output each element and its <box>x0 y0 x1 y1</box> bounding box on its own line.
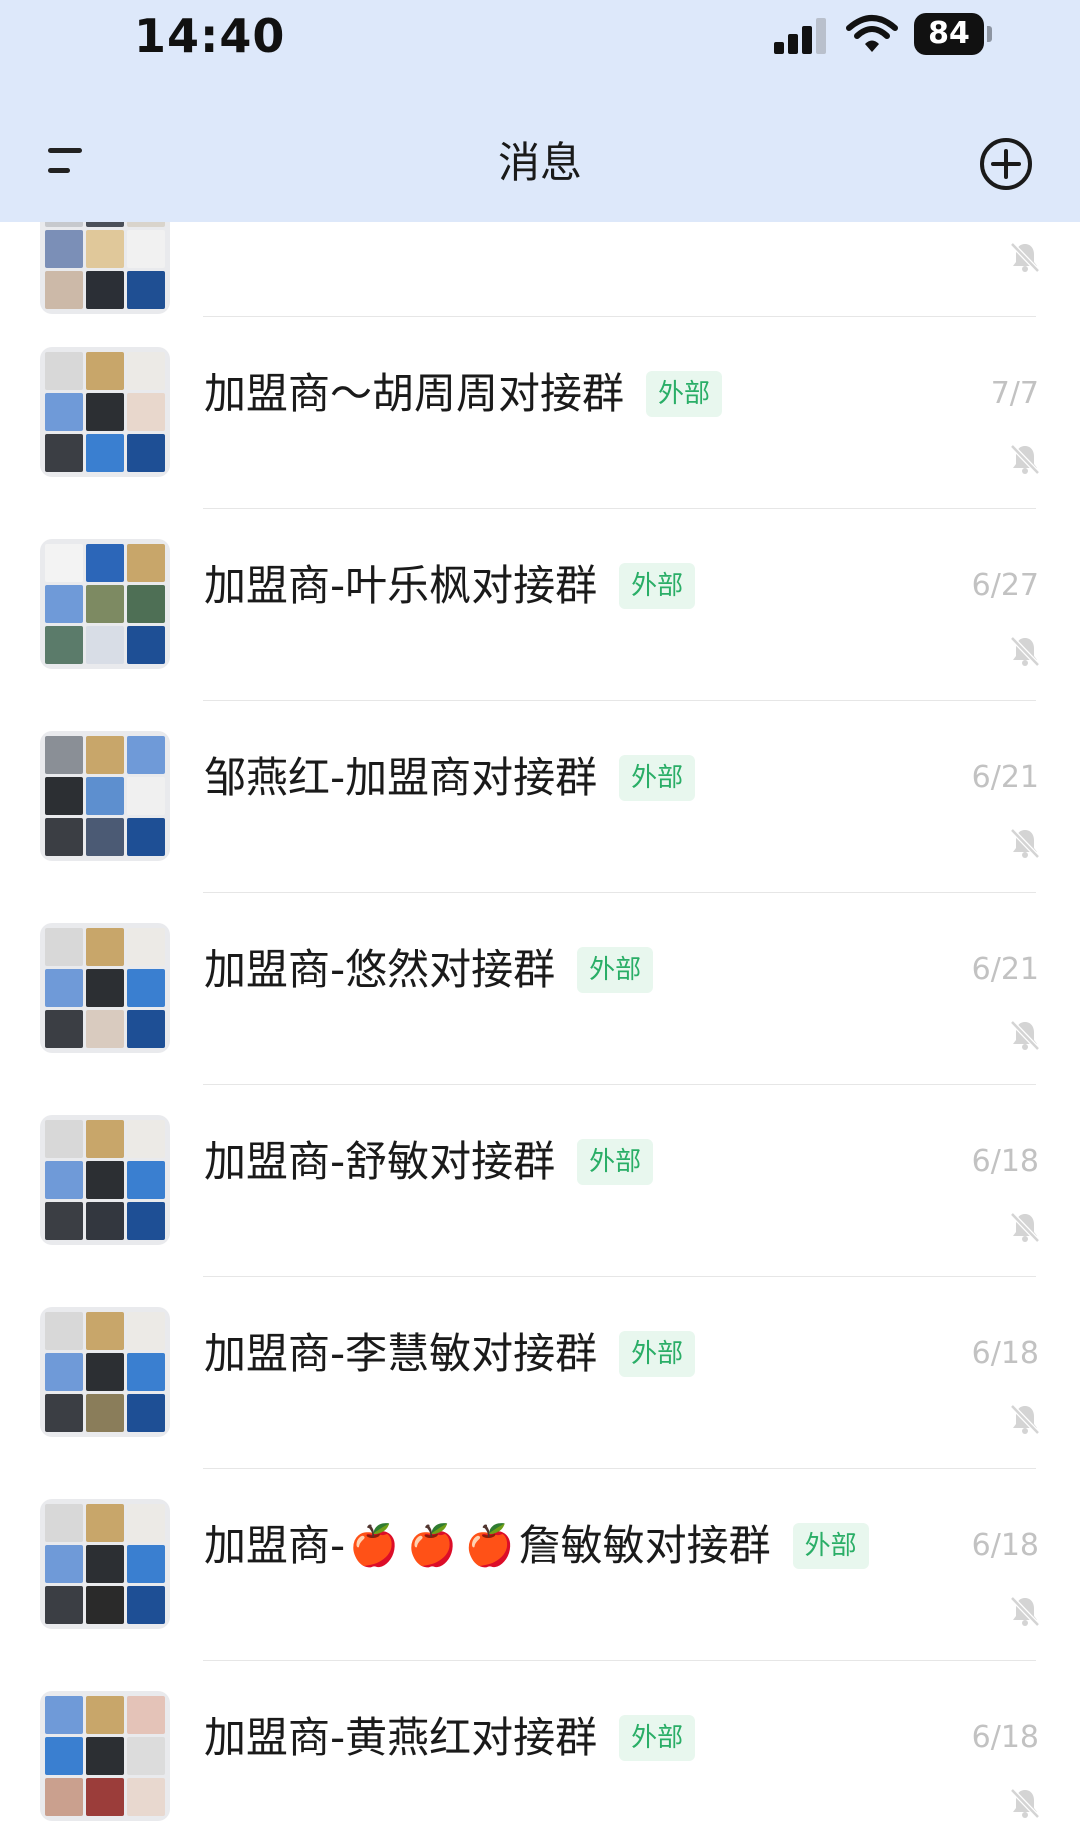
row-divider <box>203 316 1036 317</box>
chat-row[interactable]: 加盟商-黄燕红对接群 外部 6/18 <box>0 1660 1080 1836</box>
status-time: 14:40 <box>134 9 286 63</box>
external-tag: 外部 <box>619 1331 696 1377</box>
row-divider <box>203 508 1036 509</box>
chat-title-text: 加盟商-黄燕红对接群 <box>204 1713 598 1762</box>
group-avatar <box>40 222 170 314</box>
chat-date: 6/18 <box>971 1144 1039 1179</box>
chat-title: 加盟商-悠然对接群 外部 <box>204 940 654 1000</box>
row-divider <box>203 1660 1036 1661</box>
group-avatar <box>40 1307 170 1437</box>
chat-title-text: 加盟商～胡周周对接群 <box>204 369 625 418</box>
mute-bell-icon <box>1010 1404 1040 1435</box>
chat-title: 加盟商-舒敏对接群 外部 <box>204 1132 654 1192</box>
group-avatar <box>40 347 170 477</box>
group-avatar <box>40 539 170 669</box>
chat-row[interactable]: 加盟商-悠然对接群 外部 6/21 <box>0 892 1080 1084</box>
chat-row[interactable]: 加盟商-叶乐枫对接群 外部 6/27 <box>0 508 1080 700</box>
battery-icon: 84 <box>914 13 984 55</box>
chat-title-text: 加盟商-叶乐枫对接群 <box>204 561 598 610</box>
wifi-icon <box>846 15 898 52</box>
row-divider <box>203 1468 1036 1469</box>
row-divider <box>203 892 1036 893</box>
group-avatar <box>40 1691 170 1821</box>
chat-date: 6/27 <box>971 568 1039 603</box>
row-divider <box>203 700 1036 701</box>
chat-title: 加盟商- 🍎 🍎 🍎 詹敏敏对接群 外部 <box>204 1516 869 1576</box>
chat-date: 6/18 <box>971 1528 1039 1563</box>
page-title: 消息 <box>497 138 582 187</box>
chat-date: 6/21 <box>971 952 1039 987</box>
mute-bell-icon <box>1010 636 1040 667</box>
add-circle-icon[interactable] <box>978 136 1034 192</box>
chat-date: 6/18 <box>971 1720 1039 1755</box>
chat-row[interactable]: 加盟商-李慧敏对接群 外部 6/18 <box>0 1276 1080 1468</box>
chat-title: 加盟商-李慧敏对接群 外部 <box>204 1324 696 1384</box>
external-tag: 外部 <box>577 947 654 993</box>
top-header: 14:40 84 消息 <box>0 0 1080 222</box>
signal-icon <box>774 16 828 54</box>
chat-title-suffix: 詹敏敏对接群 <box>518 1521 771 1570</box>
chat-title-text: 邹燕红-加盟商对接群 <box>204 753 598 802</box>
chat-title-text: 加盟商-悠然对接群 <box>204 945 556 994</box>
mute-bell-icon <box>1010 1212 1040 1243</box>
chat-date: 6/18 <box>971 1336 1039 1371</box>
apple-emoji: 🍎 <box>406 1523 457 1569</box>
chat-row-partial[interactable] <box>0 222 1080 316</box>
external-tag: 外部 <box>792 1523 869 1569</box>
chat-title: 加盟商-黄燕红对接群 外部 <box>204 1708 696 1768</box>
mute-bell-icon <box>1010 828 1040 859</box>
chat-row[interactable]: 加盟商～胡周周对接群 外部 7/7 <box>0 316 1080 508</box>
chat-list[interactable]: 加盟商～胡周周对接群 外部 7/7 加盟商-叶乐枫对接群 外部 6/27 邹燕红… <box>0 222 1080 1836</box>
mute-bell-icon <box>1010 1788 1040 1819</box>
chat-date: 6/21 <box>971 760 1039 795</box>
chat-row[interactable]: 加盟商-舒敏对接群 外部 6/18 <box>0 1084 1080 1276</box>
mute-bell-icon <box>1010 1020 1040 1051</box>
apple-emoji: 🍎 <box>464 1523 515 1569</box>
battery-tip <box>987 26 992 42</box>
row-divider <box>203 1084 1036 1085</box>
chat-title: 加盟商～胡周周对接群 外部 <box>204 364 723 424</box>
chat-row[interactable]: 邹燕红-加盟商对接群 外部 6/21 <box>0 700 1080 892</box>
chat-title: 加盟商-叶乐枫对接群 外部 <box>204 556 696 616</box>
chat-title-prefix: 加盟商- <box>204 1521 346 1570</box>
external-tag: 外部 <box>619 563 696 609</box>
external-tag: 外部 <box>646 371 723 417</box>
group-avatar <box>40 731 170 861</box>
group-avatar <box>40 1115 170 1245</box>
chat-row[interactable]: 加盟商- 🍎 🍎 🍎 詹敏敏对接群 外部 6/18 <box>0 1468 1080 1660</box>
chat-title: 邹燕红-加盟商对接群 外部 <box>204 748 696 808</box>
chat-title-text: 加盟商-李慧敏对接群 <box>204 1329 598 1378</box>
mute-bell-icon <box>1010 242 1040 273</box>
chat-date: 7/7 <box>990 376 1039 411</box>
external-tag: 外部 <box>619 1715 696 1761</box>
mute-bell-icon <box>1010 1596 1040 1627</box>
group-avatar <box>40 1499 170 1629</box>
mute-bell-icon <box>1010 444 1040 475</box>
apple-emoji: 🍎 <box>349 1523 399 1569</box>
group-avatar <box>40 923 170 1053</box>
row-divider <box>203 1276 1036 1277</box>
chat-title-text: 加盟商-舒敏对接群 <box>204 1137 556 1186</box>
external-tag: 外部 <box>619 755 696 801</box>
external-tag: 外部 <box>577 1139 654 1185</box>
